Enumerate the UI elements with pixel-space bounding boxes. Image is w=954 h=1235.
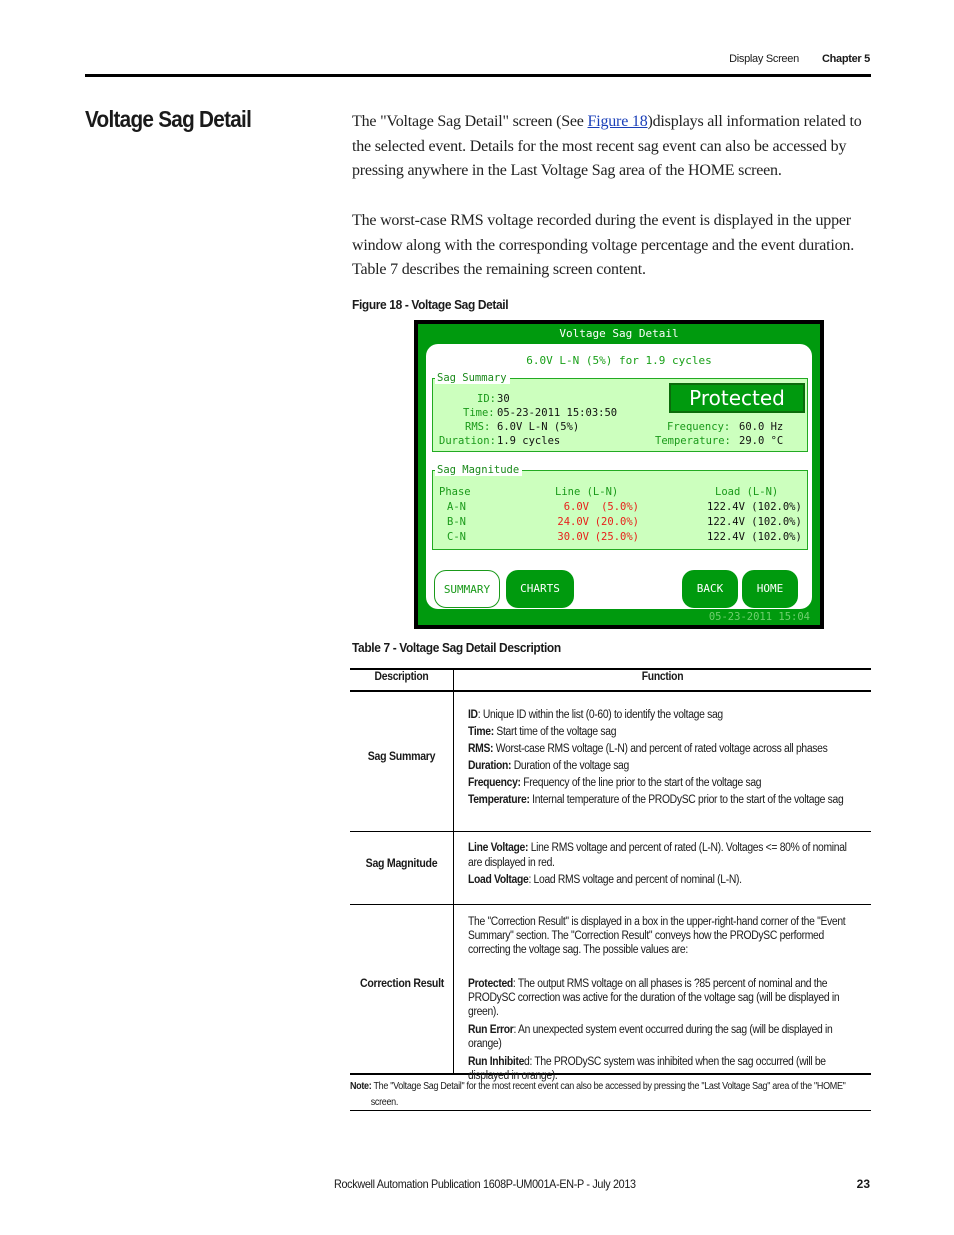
load-cell: 122.4V (102.0%) — [707, 516, 802, 528]
summary-button[interactable]: SUMMARY — [434, 570, 500, 608]
row-description: Sag Summary — [367, 751, 436, 763]
header-description: Description — [374, 671, 429, 683]
header-rule — [85, 74, 871, 77]
figure-18-link[interactable]: Figure 18 — [588, 113, 648, 130]
table-note: Note: The "Voltage Sag Detail" for the m… — [350, 1079, 868, 1111]
term: Time: — [468, 726, 494, 738]
table-row-rule — [350, 904, 871, 905]
term: Frequency: — [468, 777, 521, 789]
term: Line Voltage: — [468, 842, 529, 854]
load-header: Load (L-N) — [715, 486, 779, 498]
line-voltage-cell: 24.0V — [557, 516, 589, 528]
back-button[interactable]: BACK — [682, 570, 738, 608]
term: Run Error — [468, 1024, 514, 1036]
definition: Worst-case RMS voltage (L-N) and percent… — [493, 743, 828, 755]
section-title: Voltage Sag Detail — [85, 106, 252, 132]
definition: : The output RMS voltage on all phases i… — [468, 978, 840, 1018]
second-paragraph: The worst-case RMS voltage recorded duri… — [352, 212, 855, 278]
correction-result-badge: Protected — [669, 383, 805, 413]
term: RMS: — [468, 743, 494, 755]
table-header-rule — [350, 690, 871, 692]
id-value: 30 — [497, 393, 510, 405]
row-description: Correction Result — [359, 978, 445, 990]
line-voltage-cell: 30.0V — [557, 531, 589, 543]
duration-label: Duration: — [439, 435, 496, 447]
temperature-value: 29.0 °C — [739, 435, 784, 447]
temperature-label: Temperature: — [655, 435, 731, 447]
table-row-rule — [350, 831, 871, 832]
definition: : Unique ID within the list (0-60) to id… — [477, 709, 723, 721]
home-button[interactable]: HOME — [742, 570, 798, 608]
row-function: The "Correction Result" is displayed in … — [468, 915, 855, 1083]
definition: Duration of the voltage sag — [511, 760, 630, 772]
definition: : Load RMS voltage and percent of nomina… — [528, 874, 742, 886]
phase-cell: C-N — [447, 531, 466, 543]
sag-summary-group: Sag Summary ID: 30 Time: 05-23-2011 15:0… — [432, 372, 808, 452]
definition: Frequency of the line prior to the start… — [520, 777, 762, 789]
line-header: Line (L-N) — [555, 486, 619, 498]
sag-summary-legend: Sag Summary — [435, 372, 510, 384]
intro-text: The "Correction Result" is displayed in … — [468, 916, 846, 956]
term: Duration: — [468, 760, 512, 772]
charts-button[interactable]: CHARTS — [506, 570, 574, 608]
term: Protected — [468, 978, 513, 990]
definition: Internal temperature of the PRODySC prio… — [529, 794, 844, 806]
line-pct-cell: (5.0%) — [601, 501, 639, 513]
term: Temperature: — [468, 794, 530, 806]
table-column-divider — [453, 668, 454, 1073]
note-text: The "Voltage Sag Detail" for the most re… — [371, 1081, 846, 1092]
frequency-label: Frequency: — [667, 421, 731, 433]
time-label: Time: — [463, 407, 495, 419]
rms-label: RMS: — [465, 421, 491, 433]
figure-caption: Figure 18 - Voltage Sag Detail — [352, 297, 509, 312]
running-header: Display Screen Chapter 5 — [729, 53, 870, 65]
header-section: Display Screen — [729, 53, 799, 65]
load-cell: 122.4V (102.0%) — [707, 501, 802, 513]
phase-header: Phase — [439, 486, 471, 498]
sag-magnitude-group: Sag Magnitude Phase Line (L-N) Load (L-N… — [432, 464, 808, 550]
term: Load Voltage — [468, 874, 529, 886]
footer-publication: Rockwell Automation Publication 1608P-UM… — [334, 1177, 636, 1191]
note-label: Note: — [350, 1081, 372, 1092]
definition: Start time of the voltage sag — [493, 726, 617, 738]
table-top-rule — [350, 668, 871, 670]
phase-cell: B-N — [447, 516, 466, 528]
header-function: Function — [641, 671, 684, 683]
definition: : An unexpected system event occurred du… — [468, 1024, 833, 1050]
rms-value: 6.0V L-N (5%) — [497, 421, 580, 433]
line-voltage-cell: 6.0V — [563, 501, 589, 513]
line-pct-cell: (20.0%) — [594, 516, 639, 528]
row-function: ID: Unique ID within the list (0-60) to … — [468, 707, 855, 809]
row-description: Sag Magnitude — [365, 858, 438, 870]
frequency-value: 60.0 Hz — [739, 421, 784, 433]
lcd-datetime: 05-23-2011 15:04 — [708, 611, 810, 623]
p1-text-a: The "Voltage Sag Detail" screen (See — [352, 113, 588, 130]
row-function: Line Voltage: Line RMS voltage and perce… — [468, 841, 855, 888]
time-value: 05-23-2011 15:03:50 — [497, 407, 618, 419]
lcd-panel: 6.0V L-N (5%) for 1.9 cycles Sag Summary… — [426, 344, 812, 609]
sag-headline: 6.0V L-N (5%) for 1.9 cycles — [526, 354, 712, 367]
duration-value: 1.9 cycles — [497, 435, 561, 447]
term: ID — [468, 709, 478, 721]
page-number: 23 — [856, 1177, 870, 1191]
line-pct-cell: (25.0%) — [594, 531, 639, 543]
lcd-screen: Voltage Sag Detail 6.0V L-N (5%) for 1.9… — [414, 320, 824, 629]
sag-magnitude-legend: Sag Magnitude — [435, 464, 523, 476]
load-cell: 122.4V (102.0%) — [707, 531, 802, 543]
header-chapter: Chapter 5 — [821, 53, 870, 65]
lcd-title: Voltage Sag Detail — [559, 327, 679, 340]
phase-cell: A-N — [447, 501, 466, 513]
lcd-frame: Voltage Sag Detail 6.0V L-N (5%) for 1.9… — [418, 324, 820, 625]
note-text-cont: screen. — [370, 1097, 399, 1108]
id-label: ID: — [477, 393, 496, 405]
table-caption: Table 7 - Voltage Sag Detail Description — [352, 640, 561, 655]
term: Run Inhibite — [468, 1056, 525, 1068]
intro-paragraph: The "Voltage Sag Detail" screen (See Fig… — [352, 110, 872, 184]
